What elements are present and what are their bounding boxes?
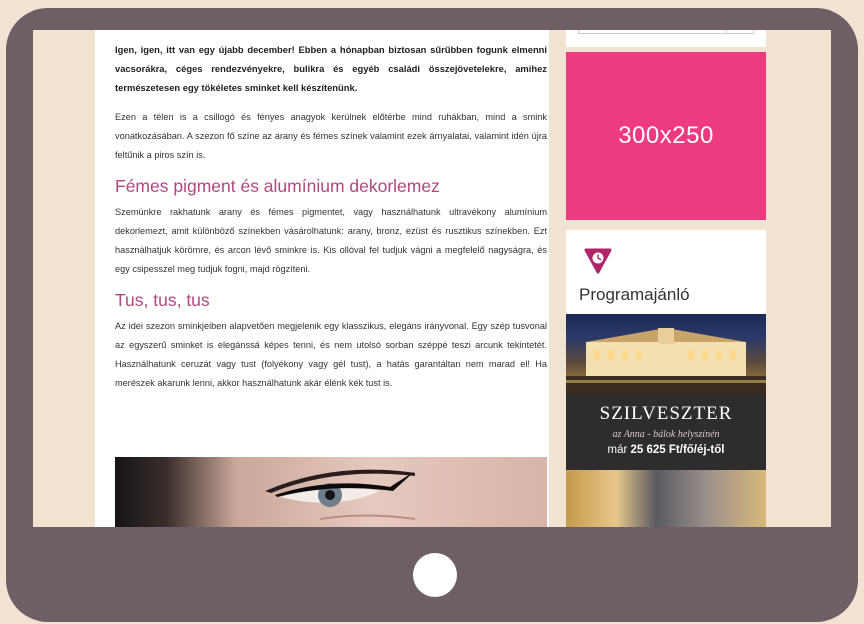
widget-title: Programajánló: [579, 285, 690, 304]
event-photo[interactable]: [566, 314, 766, 394]
ad-placeholder[interactable]: 300x250: [566, 52, 766, 220]
article-paragraph: Szemünkre rakhatunk arany és fémes pigme…: [115, 207, 547, 274]
article-hero-image: [115, 457, 547, 527]
article-paragraph: Az idei szezon sminkjeiben alapvetően me…: [115, 321, 547, 388]
event-subtitle: az Anna - bálok helyszínén: [612, 429, 720, 440]
article-paragraph: Ezen a télen is a csillogó és fényes ana…: [115, 112, 547, 160]
event-price-prefix: már: [607, 444, 631, 456]
article-intro: Igen, igen, itt van egy újabb december! …: [115, 44, 547, 93]
article-content: Igen, igen, itt van egy újabb december! …: [95, 30, 549, 527]
ad-size-label: 300x250: [618, 122, 714, 149]
article-body: Igen, igen, itt van egy újabb december! …: [115, 40, 547, 393]
home-button[interactable]: [413, 553, 457, 597]
program-widget: Programajánló SZILVESZTER az Anna - bálo…: [566, 230, 766, 527]
clock-triangle-icon: [584, 248, 612, 274]
event-banner[interactable]: SZILVESZTER az Anna - bálok helyszínén m…: [566, 394, 766, 470]
section-heading: Fémes pigment és alumínium dekorlemez: [115, 176, 440, 196]
event-price-value: 25 625 Ft/fő/éj-től: [630, 444, 725, 456]
sidebar: 300x250 Programajánló SZILVESZTER az Ann…: [566, 30, 766, 527]
search-widget: [566, 30, 766, 47]
search-input[interactable]: [578, 30, 754, 34]
eye-makeup-photo: [115, 457, 547, 527]
search-button[interactable]: [726, 30, 727, 34]
event-price: már 25 625 Ft/fő/éj-től: [566, 444, 766, 456]
event-title: SZILVESZTER: [599, 403, 733, 424]
event-photo-interior[interactable]: [566, 470, 766, 527]
section-heading: Tus, tus, tus: [115, 290, 210, 310]
screen: Igen, igen, itt van egy újabb december! …: [33, 30, 831, 527]
